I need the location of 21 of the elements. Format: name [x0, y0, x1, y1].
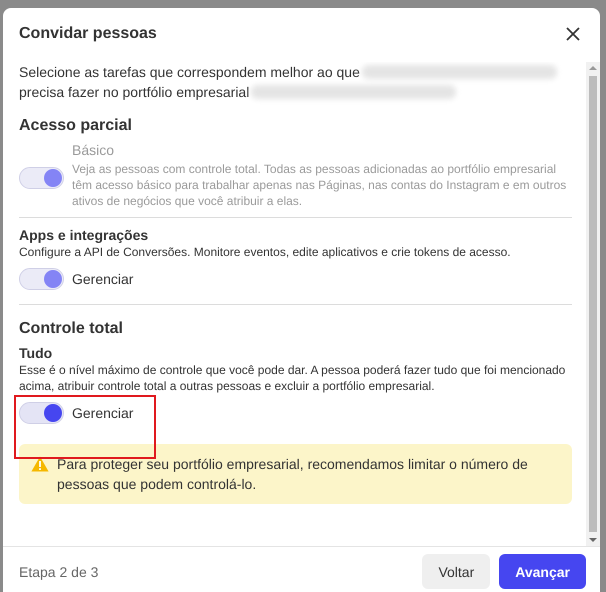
toggle-switch[interactable]: [19, 402, 64, 424]
option-description: Veja as pessoas com controle total. Todas as pessoas adicionadas ao portfólio empresarial têm acesso básico para trabalhar apenas nas Páginas, nas contas do Instagram e em outros ativos de negócios que você atribuir a elas.: [72, 161, 568, 209]
section-heading: Controle total: [19, 320, 124, 338]
option-title: Tudo: [19, 344, 54, 362]
scrollbar[interactable]: [586, 62, 600, 546]
close-icon[interactable]: [566, 27, 580, 41]
option-title: Básico: [72, 141, 116, 159]
back-button[interactable]: Voltar: [422, 554, 490, 589]
option-description: Configure a API de Conversões. Monitore eventos, edite aplicativos e crie tokens de acesso.: [19, 244, 512, 260]
intro-text: precisa fazer no portfólio empresarial: [19, 83, 250, 102]
warning-text: Para proteger seu portfólio empresarial, recomendamos limitar o número de pessoas que podem controlá-lo.: [57, 455, 529, 494]
dialog-title: Convidar pessoas: [19, 25, 157, 43]
warning-icon: [31, 456, 49, 472]
toggle-label: Gerenciar: [72, 271, 134, 287]
step-indicator: Etapa 2 de 3: [19, 564, 98, 580]
section-heading: Acesso parcial: [19, 117, 133, 135]
next-button[interactable]: Avançar: [499, 554, 586, 589]
option-description: Esse é o nível máximo de controle que você pode dar. A pessoa poderá fazer tudo que foi mencionado acima, atribuir controle total a outras pessoas e excluir a portfólio empresarial.: [19, 362, 566, 394]
toggle-label: Gerenciar: [72, 405, 134, 421]
option-title: Apps e integrações: [19, 226, 150, 244]
intro-text: Selecione as tarefas que correspondem melhor ao que: [19, 63, 360, 82]
